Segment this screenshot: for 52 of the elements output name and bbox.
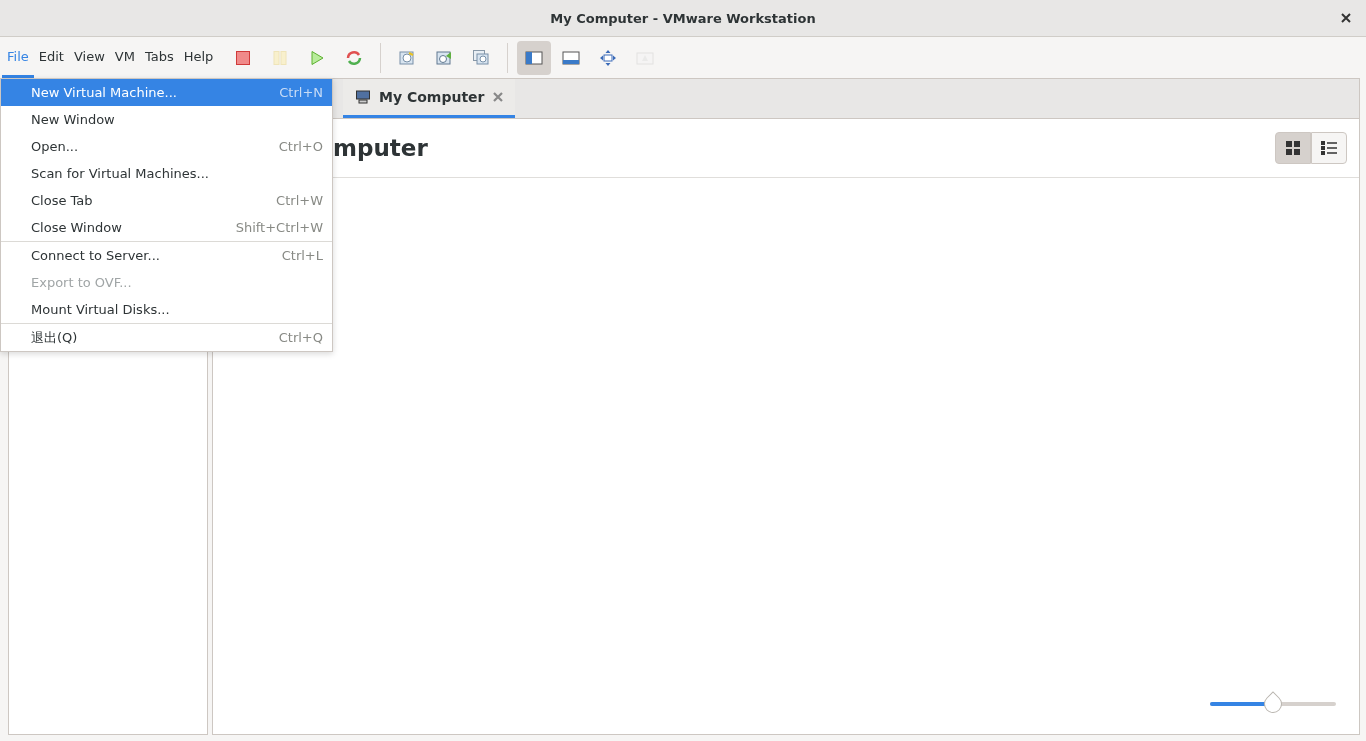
fullscreen-icon xyxy=(599,48,618,67)
toolbar-button[interactable] xyxy=(517,40,552,75)
list-icon xyxy=(1320,140,1338,156)
menu-item[interactable]: New Virtual Machine... Ctrl+N xyxy=(1,79,332,106)
menu-item[interactable]: Connect to Server... Ctrl+L xyxy=(1,241,332,269)
menu-item-label: 退出(Q) xyxy=(31,328,78,347)
grid-icon xyxy=(1285,140,1301,156)
sidebar-icon xyxy=(525,49,544,66)
restart-icon xyxy=(345,49,364,66)
menu-item[interactable]: Mount Virtual Disks... xyxy=(1,296,332,323)
close-icon xyxy=(1341,13,1351,23)
menu-item-label: Close Window xyxy=(31,220,122,235)
grid-view-button[interactable] xyxy=(1275,132,1311,164)
snapshot-manager-icon xyxy=(472,48,491,67)
menu-item[interactable]: Open... Ctrl+O xyxy=(1,133,332,160)
revert-icon xyxy=(435,48,454,67)
tab[interactable]: My Computer xyxy=(343,79,515,118)
pause-icon xyxy=(272,49,289,66)
thumbnail-bar-icon xyxy=(562,49,581,66)
menu-item[interactable]: 退出(Q) Ctrl+Q xyxy=(1,323,332,351)
menu-item-label: Connect to Server... xyxy=(31,248,160,263)
close-icon[interactable] xyxy=(492,92,503,102)
menu-item[interactable]: View xyxy=(68,37,110,78)
shortcut-label: Shift+Ctrl+W xyxy=(235,220,323,235)
shortcut-label: Ctrl+Q xyxy=(278,330,323,345)
menu-item-label: New Virtual Machine... xyxy=(31,85,177,100)
menu-item-label: Open... xyxy=(31,139,79,154)
menu-item-label: Close Tab xyxy=(31,193,93,208)
menu-item[interactable]: New Window xyxy=(1,106,332,133)
shortcut-label: Ctrl+N xyxy=(279,85,323,100)
menu-item[interactable]: VM xyxy=(109,37,140,78)
shortcut-label: Ctrl+O xyxy=(278,139,323,154)
menu-item[interactable]: Scan for Virtual Machines... xyxy=(1,160,332,187)
computer-icon xyxy=(355,90,371,104)
menu-item[interactable]: Close Window Shift+Ctrl+W xyxy=(1,214,332,241)
menu-item-label: Mount Virtual Disks... xyxy=(31,302,170,317)
list-view-button[interactable] xyxy=(1311,132,1347,164)
page-heading: mputer xyxy=(333,135,428,161)
menu-item[interactable]: Help xyxy=(178,37,219,78)
menu-item-label: New Window xyxy=(31,112,115,127)
snapshot-icon xyxy=(398,48,417,67)
menu-item-label: Scan for Virtual Machines... xyxy=(31,166,209,181)
menu-item-label: Export to OVF... xyxy=(31,275,132,290)
shortcut-label: Ctrl+W xyxy=(276,193,323,208)
stop-icon xyxy=(235,49,252,66)
shortcut-label: Ctrl+L xyxy=(281,248,323,263)
menu-item[interactable]: Edit xyxy=(33,37,69,78)
menu-item[interactable]: Close Tab Ctrl+W xyxy=(1,187,332,214)
tab-label: My Computer xyxy=(379,89,485,105)
menu-item[interactable]: Tabs xyxy=(139,37,179,78)
play-icon xyxy=(309,49,326,66)
window-title: My Computer - VMware Workstation xyxy=(550,10,816,26)
